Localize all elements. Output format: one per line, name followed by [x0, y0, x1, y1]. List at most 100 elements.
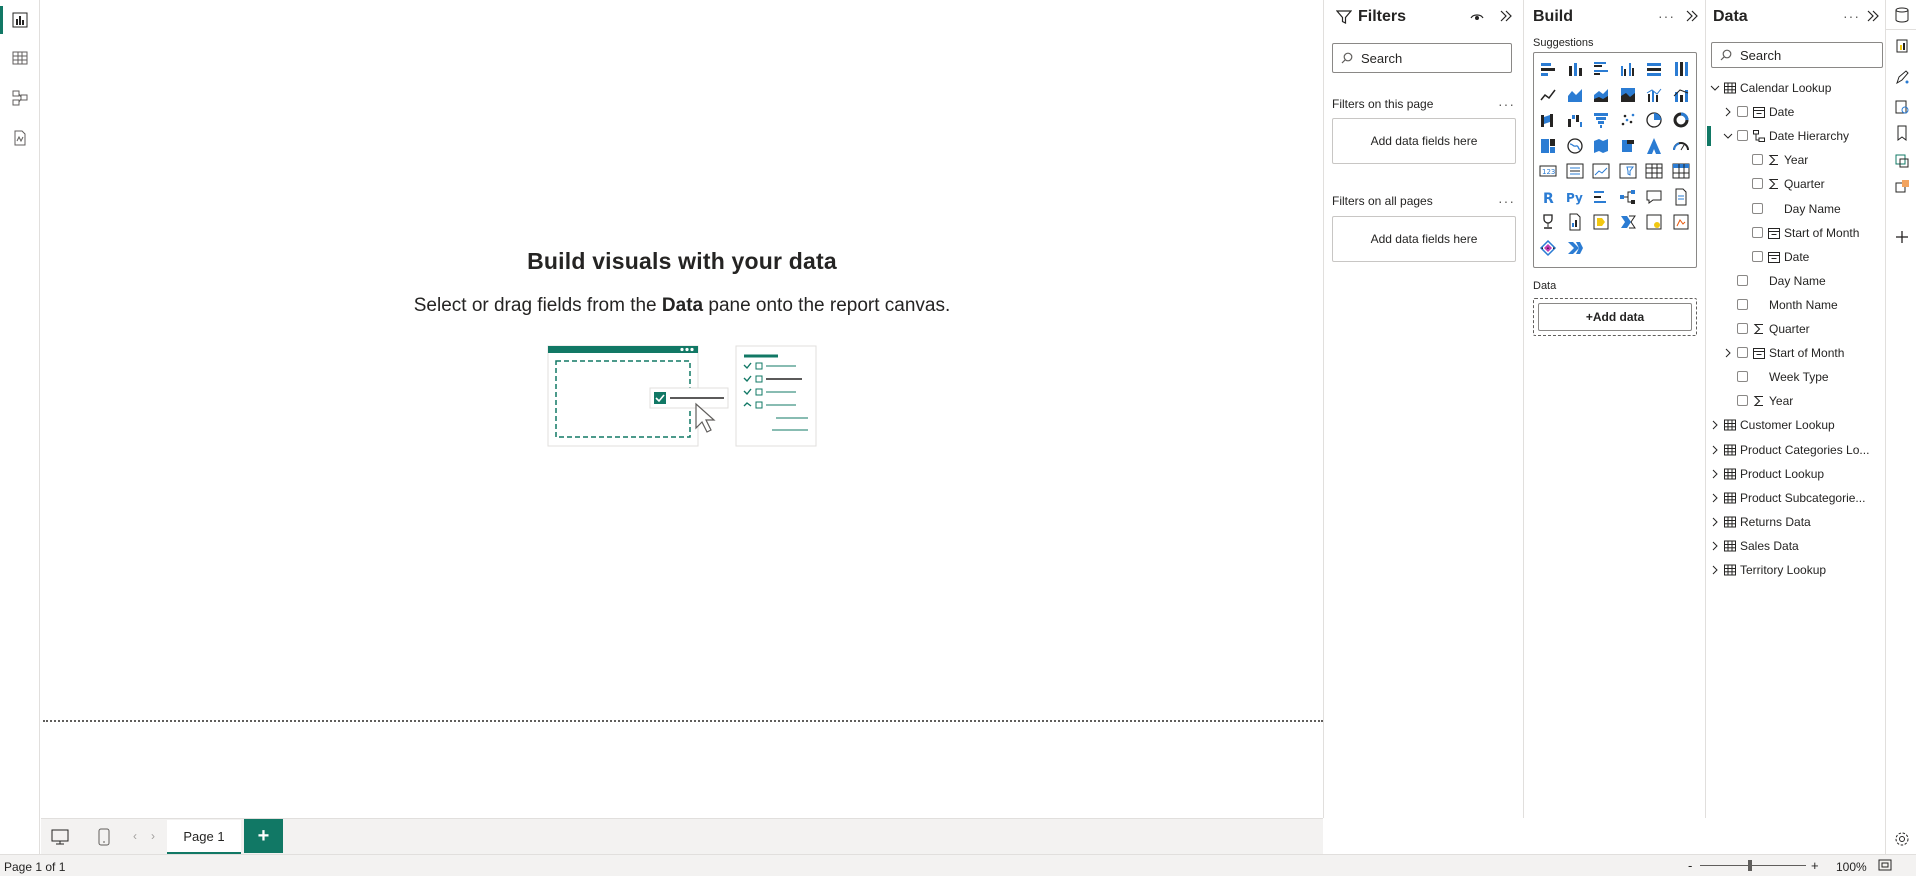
chevron-right-icon[interactable]	[1710, 565, 1720, 575]
paginated-report-icon[interactable]	[1564, 211, 1586, 233]
zoom-out-button[interactable]: -	[1688, 858, 1692, 873]
field-checkbox[interactable]	[1737, 323, 1748, 334]
chevron-right-icon[interactable]	[1710, 493, 1720, 503]
field-checkbox[interactable]	[1737, 274, 1748, 286]
collapse-filters-icon[interactable]	[1500, 10, 1512, 22]
field-node[interactable]: Date	[1707, 245, 1885, 269]
performance-icon[interactable]	[1886, 172, 1916, 202]
r-visual-icon[interactable]: R	[1537, 186, 1559, 208]
waterfall-chart-icon[interactable]	[1564, 109, 1586, 131]
more-options-icon[interactable]: ···	[1843, 8, 1860, 24]
field-checkbox[interactable]	[1737, 298, 1748, 310]
filled-map-icon[interactable]	[1590, 135, 1612, 157]
power-automate-icon[interactable]	[1617, 211, 1639, 233]
field-checkbox[interactable]	[1752, 154, 1763, 166]
field-checkbox[interactable]	[1737, 347, 1748, 359]
key-influencers-icon[interactable]	[1590, 186, 1612, 208]
collapse-data-icon[interactable]	[1867, 10, 1879, 22]
fit-to-page-icon[interactable]	[1878, 859, 1892, 871]
slicer-icon[interactable]	[1617, 160, 1639, 182]
field-checkbox[interactable]	[1752, 202, 1763, 214]
field-checkbox[interactable]	[1752, 250, 1763, 262]
chevron-down-icon[interactable]	[1710, 83, 1720, 93]
qna-icon[interactable]	[1643, 186, 1665, 208]
table-visual-icon[interactable]	[1643, 160, 1665, 182]
table-node[interactable]: Territory Lookup	[1707, 558, 1885, 582]
field-node[interactable]: Quarter	[1707, 172, 1885, 196]
chevron-right-icon[interactable]	[1723, 348, 1733, 358]
bookmark-icon[interactable]	[1886, 118, 1916, 148]
shape-map-icon[interactable]	[1617, 135, 1639, 157]
power-apps-icon[interactable]	[1590, 211, 1612, 233]
field-node[interactable]: Year	[1707, 389, 1885, 413]
field-node[interactable]: Day Name	[1707, 269, 1885, 293]
funnel-chart-icon[interactable]	[1590, 109, 1612, 131]
field-node[interactable]: Year	[1707, 148, 1885, 172]
dax-query-view-icon[interactable]	[0, 118, 40, 158]
field-node[interactable]: Start of Month	[1707, 341, 1885, 365]
build-pane-toggle-icon[interactable]	[1886, 30, 1916, 60]
narrative-icon[interactable]	[1670, 186, 1692, 208]
kpi-icon[interactable]	[1590, 160, 1612, 182]
treemap-icon[interactable]	[1537, 135, 1559, 157]
100-stacked-column-icon[interactable]	[1670, 58, 1692, 80]
chevron-right-icon[interactable]	[1710, 420, 1720, 430]
table-node[interactable]: Product Subcategorie...	[1707, 486, 1885, 510]
azure-map-icon[interactable]	[1643, 135, 1665, 157]
decomposition-tree-icon[interactable]	[1617, 186, 1639, 208]
chevron-right-icon[interactable]	[1710, 541, 1720, 551]
area-chart-icon[interactable]	[1564, 84, 1586, 106]
more-options-icon[interactable]: ···	[1658, 8, 1675, 24]
table-node[interactable]: Returns Data	[1707, 510, 1885, 534]
field-checkbox[interactable]	[1737, 395, 1748, 407]
add-page-button[interactable]: +	[244, 819, 283, 853]
report-view-icon[interactable]	[0, 0, 40, 40]
map-icon[interactable]	[1564, 135, 1586, 157]
stacked-area-chart-icon[interactable]	[1590, 84, 1612, 106]
format-pane-icon[interactable]	[1886, 62, 1916, 92]
table-node[interactable]: Product Lookup	[1707, 462, 1885, 486]
chevron-right-icon[interactable]	[1723, 107, 1733, 117]
field-node[interactable]: Week Type	[1707, 365, 1885, 389]
stacked-bar-chart-icon[interactable]	[1537, 58, 1559, 80]
field-node[interactable]: Quarter	[1707, 317, 1885, 341]
all-pages-filter-well[interactable]: Add data fields here	[1332, 216, 1516, 262]
data-search-input[interactable]: Search	[1711, 42, 1883, 68]
multi-row-card-icon[interactable]	[1564, 160, 1586, 182]
scatter-chart-icon[interactable]	[1617, 109, 1639, 131]
field-checkbox[interactable]	[1737, 130, 1748, 142]
table-node[interactable]: Calendar Lookup	[1707, 76, 1885, 100]
pie-chart-icon[interactable]	[1643, 109, 1665, 131]
100-stacked-area-icon[interactable]	[1617, 84, 1639, 106]
data-pane-toggle-icon[interactable]	[1886, 0, 1916, 30]
donut-chart-icon[interactable]	[1670, 109, 1692, 131]
more-options-icon[interactable]: ···	[1498, 193, 1515, 209]
line-and-stacked-column-icon[interactable]	[1670, 84, 1692, 106]
ribbon-chart-icon[interactable]	[1537, 109, 1559, 131]
table-node[interactable]: Customer Lookup	[1707, 413, 1885, 437]
chevron-down-icon[interactable]	[1723, 131, 1733, 141]
more-options-icon[interactable]: ···	[1498, 96, 1515, 112]
metrics-icon[interactable]	[1643, 211, 1665, 233]
table-node[interactable]: Sales Data	[1707, 534, 1885, 558]
stacked-column-chart-icon[interactable]	[1564, 58, 1586, 80]
collapse-build-icon[interactable]	[1686, 10, 1698, 22]
zoom-slider[interactable]	[1700, 865, 1806, 866]
add-pane-icon[interactable]	[1886, 222, 1916, 252]
settings-gear-icon[interactable]	[1886, 824, 1916, 854]
line-chart-icon[interactable]	[1537, 84, 1559, 106]
field-checkbox[interactable]	[1737, 371, 1748, 383]
goals-icon[interactable]	[1537, 211, 1559, 233]
desktop-layout-icon[interactable]	[45, 823, 75, 851]
page-tab-1[interactable]: Page 1	[167, 820, 241, 855]
field-checkbox[interactable]	[1752, 178, 1763, 190]
field-checkbox[interactable]	[1737, 106, 1748, 118]
chevron-right-icon[interactable]	[1710, 445, 1720, 455]
field-node[interactable]: Start of Month	[1707, 221, 1885, 245]
eye-icon[interactable]	[1470, 10, 1484, 24]
mobile-layout-icon[interactable]	[89, 823, 119, 851]
field-node[interactable]: Day Name	[1707, 197, 1885, 221]
model-view-icon[interactable]	[0, 78, 40, 118]
next-page-icon[interactable]: ›	[151, 829, 155, 843]
line-and-column-icon[interactable]	[1643, 84, 1665, 106]
